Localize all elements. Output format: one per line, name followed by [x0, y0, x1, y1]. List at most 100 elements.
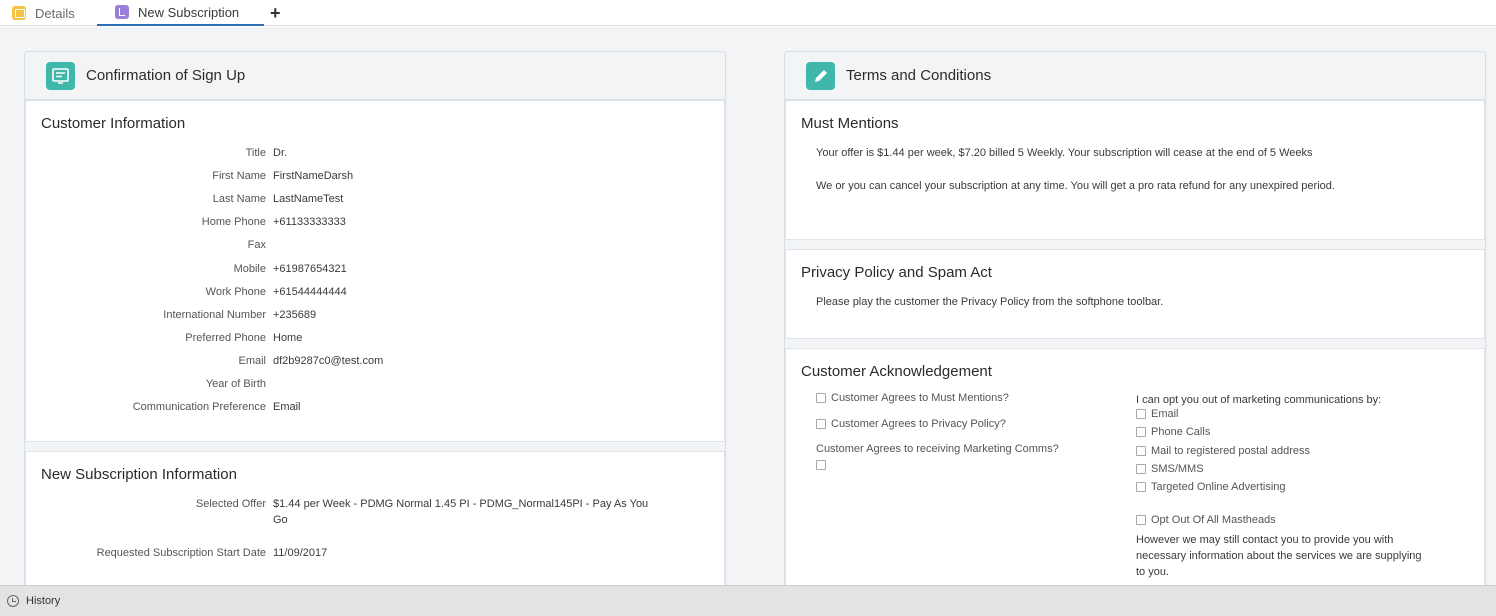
opt-out-checkbox[interactable] — [1136, 482, 1146, 493]
opt-out-heading: I can opt you out of marketing communica… — [1136, 394, 1382, 406]
field-value: Home — [273, 331, 303, 344]
field-label: Work Phone — [205, 285, 266, 298]
opt-out-option: Mail to registered postal address — [1136, 445, 1310, 457]
privacy-section: Privacy Policy and Spam Act Please play … — [785, 249, 1485, 339]
disclaimer-line-3: to you. — [1136, 566, 1170, 578]
opt-out-option: Phone Calls — [1136, 426, 1210, 438]
must-mentions-text-1: Your offer is $1.44 per week, $7.20 bill… — [816, 147, 1313, 159]
field-row: Home Phone +61133333333 — [26, 216, 725, 232]
tab-bar: Details New Subscription + — [0, 0, 1496, 26]
opt-out-option: SMS/MMS — [1136, 463, 1204, 475]
field-label: Mobile — [233, 262, 266, 275]
agree-must-mentions-label: Customer Agrees to Must Mentions? — [831, 392, 1009, 404]
agree-privacy-policy: Customer Agrees to Privacy Policy? — [816, 418, 1006, 430]
page-body: Confirmation of Sign Up Customer Informa… — [0, 27, 1496, 585]
field-label: Email — [238, 354, 266, 367]
privacy-text: Please play the customer the Privacy Pol… — [816, 296, 1164, 308]
field-row: Email df2b9287c0@test.com — [26, 354, 725, 371]
tab-new-subscription-label: New Subscription — [138, 4, 240, 20]
agree-marketing-checkbox[interactable] — [816, 460, 826, 470]
field-row: Year of Birth — [26, 378, 725, 394]
must-mentions-title: Must Mentions — [801, 115, 899, 132]
acknowledgement-title: Customer Acknowledgement — [801, 363, 992, 380]
acknowledgement-section: Customer Acknowledgement Customer Agrees… — [785, 348, 1485, 585]
field-row-selected-offer-cont: Go — [26, 514, 725, 530]
subscription-icon — [115, 5, 129, 19]
agree-marketing — [816, 460, 831, 470]
field-label: International Number — [163, 308, 266, 321]
agree-marketing-label-row: Customer Agrees to receiving Marketing C… — [816, 443, 1059, 455]
field-value: 11/09/2017 — [273, 547, 328, 559]
field-value: Dr. — [273, 147, 288, 159]
field-row: First Name FirstNameDarsh — [26, 170, 725, 186]
field-row: Last Name LastNameTest — [26, 193, 725, 209]
field-label: First Name — [212, 170, 266, 183]
tab-details[interactable]: Details — [12, 0, 75, 26]
customer-information-title: Customer Information — [41, 115, 186, 132]
field-value: LastNameTest — [273, 193, 344, 206]
agree-must-mentions-checkbox[interactable] — [816, 393, 826, 403]
tab-details-label: Details — [35, 5, 75, 21]
agree-marketing-label: Customer Agrees to receiving Marketing C… — [816, 443, 1059, 455]
form-icon — [46, 61, 75, 90]
field-row: International Number +235689 — [26, 308, 725, 325]
field-value: +61133333333 — [273, 216, 346, 229]
must-mentions-section: Must Mentions Your offer is $1.44 per we… — [785, 100, 1485, 240]
field-value-line2: Go — [273, 514, 288, 526]
opt-out-option: Email — [1136, 408, 1179, 420]
field-row: Work Phone +61544444444 — [26, 285, 725, 302]
pencil-icon — [806, 61, 835, 90]
field-label: Year of Birth — [205, 378, 266, 390]
field-row: Title Dr. — [26, 147, 725, 163]
field-label: Requested Subscription Start Date — [96, 547, 266, 559]
opt-out-label: Targeted Online Advertising — [1151, 481, 1286, 494]
field-label: Selected Offer — [195, 498, 266, 510]
tab-new-subscription[interactable]: New Subscription — [97, 0, 264, 26]
opt-out-label: Mail to registered postal address — [1151, 444, 1310, 457]
clock-icon — [7, 595, 19, 607]
must-mentions-text-2: We or you can cancel your subscription a… — [816, 180, 1335, 192]
agree-privacy-checkbox[interactable] — [816, 419, 826, 429]
confirmation-header: Confirmation of Sign Up — [25, 52, 725, 100]
field-label: Title — [245, 147, 266, 159]
field-value: +61987654321 — [273, 262, 347, 275]
field-label: Last Name — [212, 193, 266, 206]
opt-out-checkbox[interactable] — [1136, 427, 1146, 438]
field-row: Preferred Phone Home — [26, 331, 725, 348]
field-value: FirstNameDarsh — [273, 170, 354, 183]
opt-out-checkbox[interactable] — [1136, 409, 1146, 419]
history-label: History — [26, 595, 61, 607]
field-label: Communication Preference — [132, 401, 266, 414]
agree-privacy-label: Customer Agrees to Privacy Policy? — [831, 418, 1006, 430]
add-tab-button[interactable]: + — [270, 0, 281, 26]
privacy-title: Privacy Policy and Spam Act — [801, 264, 992, 281]
field-row: Communication Preference Email — [26, 401, 725, 417]
opt-out-mastheads: Opt Out Of All Mastheads — [1136, 514, 1276, 526]
field-label: Preferred Phone — [185, 331, 266, 344]
customer-information-section: Customer Information Title Dr. First Name F… — [25, 100, 725, 442]
field-value: +61544444444 — [273, 285, 347, 298]
opt-out-option: Targeted Online Advertising — [1136, 481, 1286, 493]
field-value-line1: $1.44 per Week - PDMG Normal 1.45 PI - P… — [273, 498, 649, 510]
terms-header: Terms and Conditions — [785, 52, 1485, 100]
field-row-start-date: Requested Subscription Start Date 11/09/… — [26, 547, 725, 563]
confirmation-panel: Confirmation of Sign Up Customer Informa… — [24, 51, 726, 585]
opt-out-mastheads-checkbox[interactable] — [1136, 515, 1146, 525]
field-value: +235689 — [273, 308, 317, 321]
opt-out-checkbox[interactable] — [1136, 463, 1146, 474]
terms-panel: Terms and Conditions Must Mentions Your … — [784, 51, 1486, 585]
agree-must-mentions: Customer Agrees to Must Mentions? — [816, 392, 1009, 404]
field-value: df2b9287c0@test.com — [273, 354, 384, 367]
opt-out-checkbox[interactable] — [1136, 445, 1146, 456]
folder-icon — [12, 6, 26, 20]
field-row: Fax — [26, 239, 725, 255]
field-label: Home Phone — [201, 216, 266, 229]
field-row-selected-offer: Selected Offer $1.44 per Week - PDMG Nor… — [26, 498, 725, 514]
terms-title: Terms and Conditions — [846, 67, 992, 84]
disclaimer-line-2: necessary information about the services… — [1136, 550, 1422, 562]
opt-out-label: Email — [1151, 408, 1179, 420]
history-bar[interactable]: History — [0, 585, 1496, 616]
field-value: Email — [273, 401, 301, 414]
field-label: Fax — [247, 239, 266, 252]
confirmation-title: Confirmation of Sign Up — [86, 67, 246, 84]
